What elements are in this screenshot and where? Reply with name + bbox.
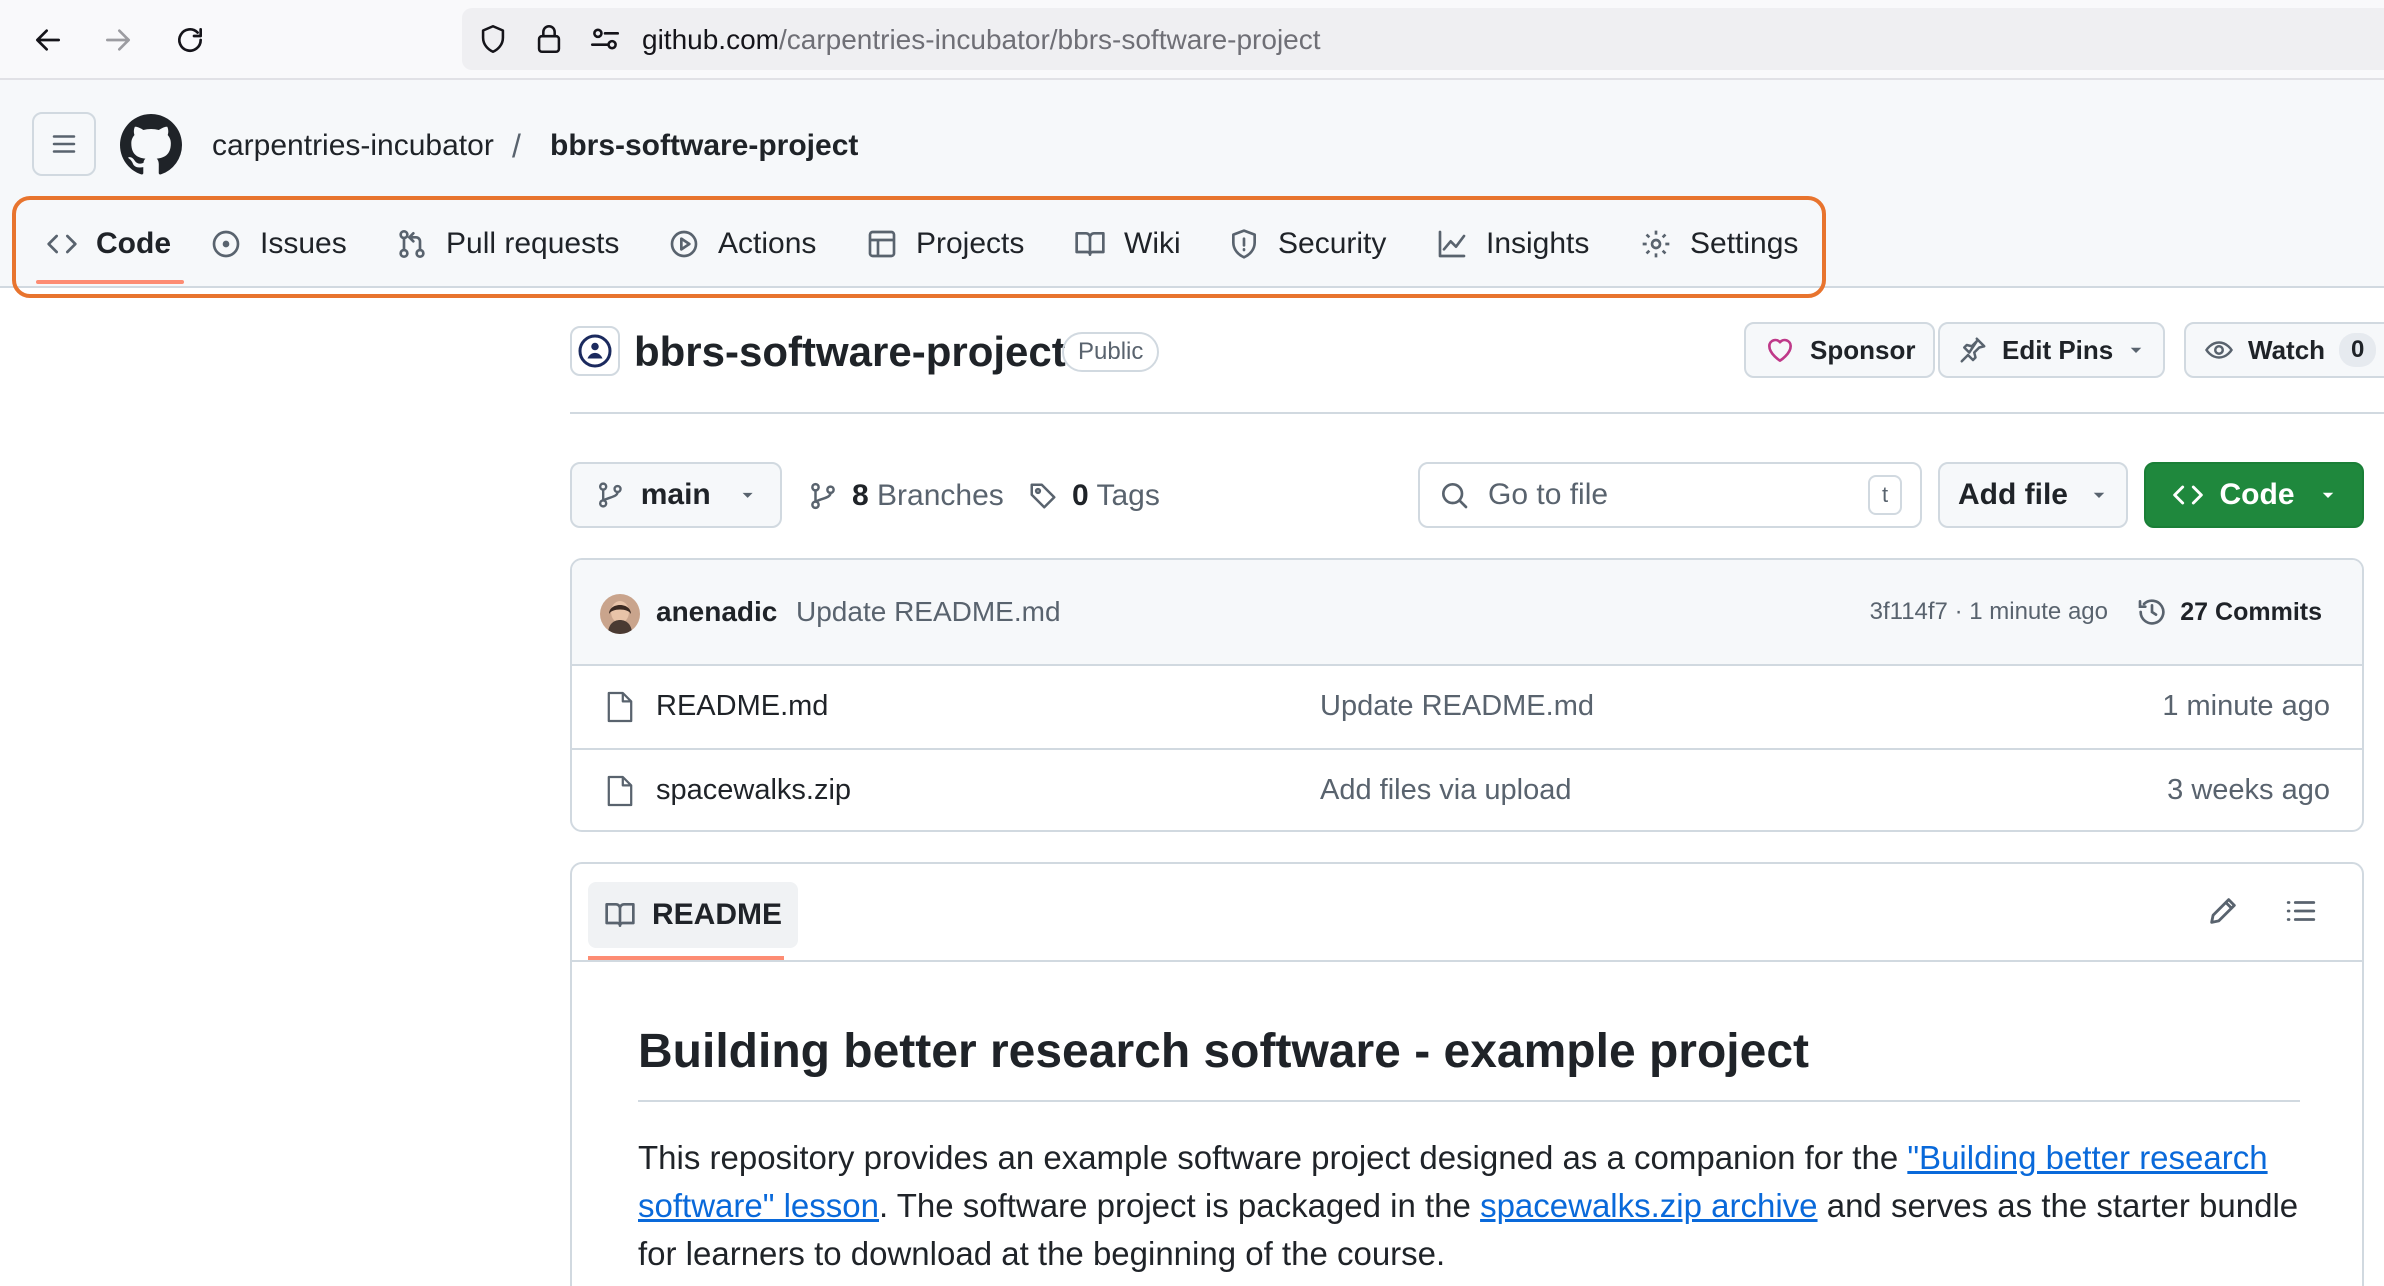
edit-pencil-icon[interactable] [2206,894,2240,928]
commit-message[interactable]: Update README.md [796,592,1061,632]
file-name[interactable]: README.md [656,686,828,726]
tags-label: Tags [1096,479,1160,512]
commits-history-link[interactable]: 27 Commits [2136,590,2322,634]
code-icon [2172,485,2203,505]
readme-text: . The software project is packaged in th… [879,1187,1481,1224]
caret-down-icon [2093,492,2105,498]
outline-list-icon[interactable] [2284,894,2318,928]
tag-icon [1030,483,1056,509]
readme-heading: Building better research software - exam… [638,1025,1810,1078]
caret-down-icon [742,492,753,498]
readme-text: This repository provides an example soft… [638,1139,1908,1176]
branch-selector[interactable]: main [570,462,782,528]
watch-button[interactable]: Watch 0 [2184,322,2384,378]
readme-tab[interactable]: README [588,882,799,948]
repo-title[interactable]: bbrs-software-project [634,324,1066,380]
tags-count: 0 [1072,479,1089,512]
readme-tab-indicator [588,956,784,960]
breadcrumb-separator: / [512,128,521,164]
sponsor-label: Sponsor [1810,334,1916,365]
go-to-file-placeholder: Go to file [1488,478,1609,511]
edit-pins-label: Edit Pins [2002,334,2114,365]
header-divider [570,412,2384,414]
code-button-label: Code [2219,478,2295,511]
go-to-file-input[interactable]: Go to file t [1418,462,1922,528]
url-host: github.com [642,24,779,55]
file-time: 3 weeks ago [2167,774,2330,806]
archive-link[interactable]: spacewalks.zip archive [1480,1187,1817,1224]
file-time: 1 minute ago [2162,690,2330,722]
branch-icon [598,482,622,508]
add-file-label: Add file [1958,478,2068,511]
branches-link[interactable]: 8 Branches [808,472,1004,520]
file-icon [606,774,634,808]
github-logo-icon[interactable] [120,114,182,176]
history-icon [2138,599,2165,625]
branches-label: Branches [877,479,1004,512]
url-path: /carpentries-incubator/bbrs-software-pro… [778,24,1321,55]
caret-down-icon [2131,347,2142,353]
readme-header: README [572,864,2362,962]
readme-heading-rule [638,1100,2300,1102]
heart-icon [1768,338,1792,362]
pin-icon [1960,337,1986,363]
commit-author[interactable]: anenadic [656,592,777,632]
branch-icon [811,482,835,510]
watch-label: Watch [2248,334,2326,365]
lock-icon[interactable] [532,22,566,56]
breadcrumb-repo[interactable]: bbrs-software-project [550,124,858,168]
watch-count: 0 [2339,333,2377,367]
hamburger-menu-button[interactable] [32,112,96,176]
breadcrumb-owner[interactable]: carpentries-incubator [212,124,494,168]
permissions-icon[interactable] [588,22,622,56]
url-text[interactable]: github.com/carpentries-incubator/bbrs-so… [642,20,1321,60]
tracking-shield-icon[interactable] [476,22,510,56]
search-icon [1442,483,1468,509]
commit-hash-time[interactable]: 3f114f7 · 1 minute ago [1870,594,2108,630]
sponsor-button[interactable]: Sponsor [1744,322,1936,378]
file-commit-message[interactable]: Update README.md [1320,686,1594,726]
book-icon [605,903,635,927]
shortcut-key: t [1868,475,1902,515]
hamburger-icon [52,135,76,153]
file-row[interactable]: spacewalks.zip Add files via upload 3 we… [572,748,2362,830]
readme-panel: README Building better research software… [570,862,2364,1286]
file-commit-message[interactable]: Add files via upload [1320,770,1572,810]
file-icon [606,690,634,724]
visibility-badge: Public [1062,332,1160,372]
file-name[interactable]: spacewalks.zip [656,770,851,810]
branches-count: 8 [852,479,869,512]
repo-owner-avatar[interactable] [570,326,620,376]
avatar[interactable] [600,594,640,634]
commits-count: 27 Commits [2180,598,2322,626]
forward-icon[interactable] [92,14,144,66]
tags-link[interactable]: 0 Tags [1028,472,1160,520]
browser-toolbar: github.com/carpentries-incubator/bbrs-so… [0,0,2384,80]
edit-pins-button[interactable]: Edit Pins [1938,322,2166,378]
eye-icon [2205,341,2233,359]
branch-name: main [640,478,711,511]
readme-tab-label: README [652,898,783,931]
reload-icon[interactable] [164,14,216,66]
caret-down-icon [2322,492,2333,498]
back-icon[interactable] [22,14,74,66]
readme-paragraph: This repository provides an example soft… [638,1134,2328,1278]
file-table: anenadic Update README.md 3f114f7 · 1 mi… [570,558,2364,832]
add-file-button[interactable]: Add file [1938,462,2128,528]
tabs-highlight-annotation [12,196,1826,298]
code-button[interactable]: Code [2144,462,2364,528]
file-row[interactable]: README.md Update README.md 1 minute ago [572,666,2362,748]
latest-commit-row: anenadic Update README.md 3f114f7 · 1 mi… [572,560,2362,666]
